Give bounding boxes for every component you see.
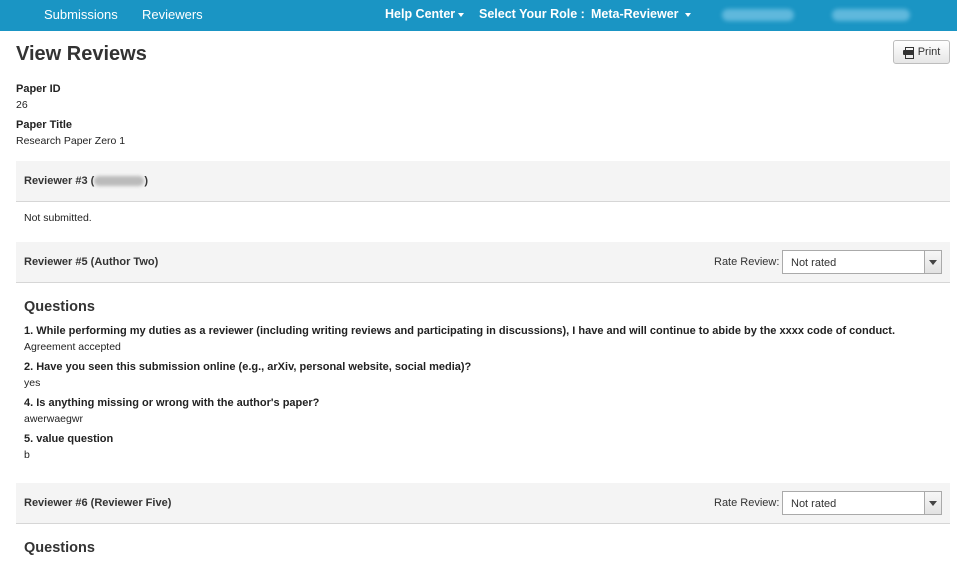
reviewer-5-header: Reviewer #5 (Author Two) Rate Review: No… — [16, 242, 950, 283]
help-center-label: Help Center — [385, 7, 456, 21]
questions-heading: Questions — [24, 540, 95, 556]
reviewer-3-title-suffix: ) — [144, 175, 148, 187]
chevron-down-icon — [458, 12, 465, 17]
question-text: 2. Have you seen this submission online … — [24, 361, 472, 373]
reviewer-5-title: Reviewer #5 (Author Two) — [24, 256, 159, 268]
rate-review-select[interactable]: Not rated — [782, 491, 942, 515]
reviewer-3-title-prefix: Reviewer #3 ( — [24, 175, 95, 187]
questions-heading: Questions — [24, 299, 95, 315]
reviewer-3-header: Reviewer #3 () — [16, 161, 950, 202]
chevron-down-icon — [924, 251, 941, 273]
question-text: 4. Is anything missing or wrong with the… — [24, 397, 320, 409]
print-button[interactable]: Print — [893, 40, 950, 64]
printer-icon — [902, 47, 914, 59]
reviewer-name-blurred — [94, 176, 145, 187]
page-title: View Reviews — [16, 43, 147, 65]
rate-review-label: Rate Review: — [714, 497, 780, 509]
rate-review-select[interactable]: Not rated — [782, 250, 942, 274]
question-text: 5. value question — [24, 433, 114, 445]
paper-title-label: Paper Title — [16, 119, 73, 131]
reviewer-3-status: Not submitted. — [24, 212, 92, 224]
user-menu-blurred[interactable] — [722, 9, 794, 21]
chevron-down-icon — [924, 492, 941, 514]
role-value: Meta-Reviewer — [591, 7, 679, 21]
nav-submissions[interactable]: Submissions — [44, 7, 118, 22]
reviewer-6-header: Reviewer #6 (Reviewer Five) Rate Review:… — [16, 483, 950, 524]
rate-review-value: Not rated — [791, 257, 837, 269]
print-label: Print — [917, 46, 941, 58]
reviewer-6-title: Reviewer #6 (Reviewer Five) — [24, 497, 172, 509]
nav-reviewers[interactable]: Reviewers — [142, 7, 203, 22]
account-menu-blurred[interactable] — [832, 9, 910, 21]
paper-title-value: Research Paper Zero 1 — [16, 135, 126, 147]
chevron-down-icon — [685, 12, 692, 17]
rate-review-value: Not rated — [791, 498, 837, 510]
nav-help-center[interactable]: Help Center — [385, 7, 465, 21]
question-answer: Agreement accepted — [24, 341, 121, 353]
role-dropdown[interactable]: Meta-Reviewer — [591, 7, 692, 21]
question-text: 1. While performing my duties as a revie… — [24, 325, 896, 337]
reviewer-3-title: Reviewer #3 () — [24, 175, 148, 187]
question-answer: b — [24, 449, 30, 461]
paper-id-value: 26 — [16, 99, 28, 111]
question-answer: awerwaegwr — [24, 413, 83, 425]
top-navbar: Submissions Reviewers Help Center Select… — [0, 0, 957, 31]
paper-id-label: Paper ID — [16, 83, 61, 95]
question-answer: yes — [24, 377, 41, 389]
rate-review-label: Rate Review: — [714, 256, 780, 268]
select-role-label: Select Your Role : — [479, 7, 585, 21]
